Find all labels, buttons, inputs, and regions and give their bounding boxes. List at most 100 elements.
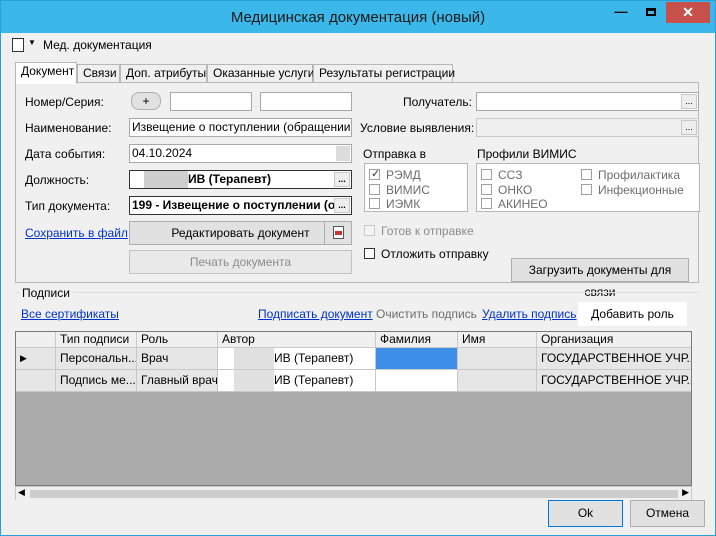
- cell-surname[interactable]: [376, 370, 458, 392]
- row-marker[interactable]: ▶: [16, 348, 56, 370]
- send-remd-item[interactable]: РЭМД: [369, 167, 421, 182]
- checkbox-ready[interactable]: [364, 225, 375, 236]
- detection-picker-button[interactable]: ...: [681, 120, 697, 135]
- position-field[interactable]: ИВ (Терапевт) ...: [129, 170, 352, 189]
- send-to-list: РЭМД ВИМИС ИЭМК: [364, 163, 468, 212]
- cancel-button[interactable]: Отмена: [630, 500, 705, 527]
- document-icon[interactable]: [12, 38, 24, 52]
- cell-type[interactable]: Подпись ме...: [56, 370, 137, 392]
- position-picker-button[interactable]: ...: [334, 172, 350, 187]
- pdf-icon: [332, 226, 344, 239]
- document-panel: Номер/Серия: + Наименование: Извещение о…: [15, 82, 700, 299]
- tab-extra-attributes[interactable]: Доп. атрибуты: [120, 64, 207, 83]
- doctype-picker-button[interactable]: ...: [334, 198, 350, 213]
- column-header-author[interactable]: Автор: [218, 332, 376, 348]
- maximize-icon: [646, 8, 656, 16]
- checkbox-ssz[interactable]: [481, 169, 492, 180]
- tab-document[interactable]: Документ: [15, 62, 77, 84]
- signatures-table: Тип подписи Роль Автор Фамилия Имя Орган…: [15, 331, 692, 486]
- tab-registration-results[interactable]: Результаты регистрации: [313, 64, 455, 83]
- edit-document-button[interactable]: Редактировать документ: [129, 221, 352, 245]
- checkbox-prevention[interactable]: [581, 169, 592, 180]
- upload-documents-button[interactable]: Загрузить документы для связи: [511, 258, 689, 299]
- checkbox-infectious[interactable]: [581, 184, 592, 195]
- name-field[interactable]: Извещение о поступлении (обращении) пац: [129, 118, 352, 137]
- number-label: Номер/Серия:: [25, 95, 104, 109]
- recipient-label: Получатель:: [403, 95, 472, 109]
- dialog-footer: Ok Отмена: [2, 500, 714, 535]
- minimize-button[interactable]: —: [607, 2, 635, 23]
- cell-organization[interactable]: ГОСУДАРСТВЕННОЕ УЧР...: [537, 370, 691, 392]
- position-label: Должность:: [25, 173, 90, 187]
- table-horizontal-scrollbar[interactable]: ◀ ▶: [15, 486, 692, 501]
- series-field[interactable]: [260, 92, 352, 111]
- send-vimis-item[interactable]: ВИМИС: [369, 183, 430, 197]
- doctype-field[interactable]: 199 - Извещение о поступлении (о ...: [129, 196, 352, 215]
- send-iemk-item[interactable]: ИЭМК: [369, 197, 420, 211]
- column-header-surname[interactable]: Фамилия: [376, 332, 458, 348]
- checkbox-iemk[interactable]: [369, 198, 380, 209]
- vimis-akineo-item[interactable]: АКИНЕО: [481, 197, 548, 211]
- scroll-right-icon[interactable]: ▶: [682, 487, 689, 498]
- column-header-organization[interactable]: Организация: [537, 332, 691, 348]
- cell-role[interactable]: Врач: [137, 348, 218, 370]
- checkbox-vimis[interactable]: [369, 184, 380, 195]
- vimis-prevention-item[interactable]: Профилактика: [581, 168, 680, 182]
- save-to-file-link[interactable]: Сохранить в файл: [25, 226, 128, 240]
- detection-label: Условие выявления:: [360, 121, 475, 135]
- cell-author[interactable]: ИВ (Терапевт): [218, 370, 376, 392]
- ok-button[interactable]: Ok: [548, 500, 623, 527]
- vimis-profiles-label: Профили ВИМИС: [477, 147, 577, 161]
- name-label: Наименование:: [25, 121, 112, 135]
- maximize-button[interactable]: [637, 2, 665, 23]
- print-document-button[interactable]: Печать документа: [129, 250, 352, 274]
- column-header-type[interactable]: Тип подписи: [56, 332, 137, 348]
- tab-links[interactable]: Связи: [77, 64, 120, 83]
- vimis-infectious-item[interactable]: Инфекционные: [581, 183, 684, 197]
- title-bar: Медицинская документация (новый) — ✕: [1, 1, 715, 33]
- vimis-ssz-item[interactable]: ССЗ: [481, 168, 522, 182]
- add-number-button[interactable]: +: [131, 92, 161, 110]
- clear-signature-action[interactable]: Очистить подпись: [376, 307, 477, 321]
- dropdown-arrow-icon[interactable]: ▼: [28, 38, 36, 47]
- cell-organization[interactable]: ГОСУДАРСТВЕННОЕ УЧР...: [537, 348, 691, 370]
- vimis-profiles-list: ССЗ ОНКО АКИНЕО Профилактика Инфекционны…: [476, 163, 700, 212]
- toolbar: ▼ Мед. документация: [2, 33, 714, 57]
- cell-name[interactable]: [458, 348, 537, 370]
- checkbox-onko[interactable]: [481, 184, 492, 195]
- cell-role[interactable]: Главный врач: [137, 370, 218, 392]
- sign-document-link[interactable]: Подписать документ: [258, 307, 373, 321]
- date-field[interactable]: 04.10.2024: [129, 144, 352, 163]
- checkbox-remd[interactable]: [369, 167, 380, 180]
- scroll-left-icon[interactable]: ◀: [18, 487, 25, 498]
- column-header-name[interactable]: Имя: [458, 332, 537, 348]
- all-certificates-link[interactable]: Все сертификаты: [21, 307, 119, 321]
- redacted-block: [234, 348, 274, 369]
- delete-signature-link[interactable]: Удалить подпись: [482, 307, 577, 321]
- cell-name[interactable]: [458, 370, 537, 392]
- tab-services[interactable]: Оказанные услуги: [207, 64, 314, 83]
- checkbox-akineo[interactable]: [481, 198, 492, 209]
- number-field[interactable]: [170, 92, 252, 111]
- ready-to-send-checkbox[interactable]: Готов к отправке: [364, 224, 474, 238]
- recipient-picker-button[interactable]: ...: [681, 94, 697, 109]
- checkbox-postpone[interactable]: [364, 248, 375, 259]
- scroll-thumb[interactable]: [30, 490, 678, 498]
- cell-author[interactable]: ИВ (Терапевт): [218, 348, 376, 370]
- cell-surname[interactable]: [376, 348, 458, 370]
- vimis-onko-item[interactable]: ОНКО: [481, 183, 532, 197]
- redacted-block: [144, 171, 188, 188]
- add-role-button[interactable]: Добавить роль: [578, 302, 687, 326]
- toolbar-label: Мед. документация: [43, 38, 152, 52]
- recipient-field[interactable]: ...: [476, 92, 699, 111]
- row-marker[interactable]: [16, 370, 56, 392]
- postpone-send-checkbox[interactable]: Отложить отправку: [364, 247, 489, 261]
- pdf-button[interactable]: [324, 221, 352, 245]
- date-value: 04.10.2024: [132, 146, 193, 160]
- close-button[interactable]: ✕: [666, 2, 710, 23]
- date-label: Дата события:: [25, 147, 106, 161]
- column-header-role[interactable]: Роль: [137, 332, 218, 348]
- cell-type[interactable]: Персональн...: [56, 348, 137, 370]
- detection-field[interactable]: ...: [476, 118, 699, 137]
- calendar-dropdown-icon[interactable]: [336, 146, 350, 161]
